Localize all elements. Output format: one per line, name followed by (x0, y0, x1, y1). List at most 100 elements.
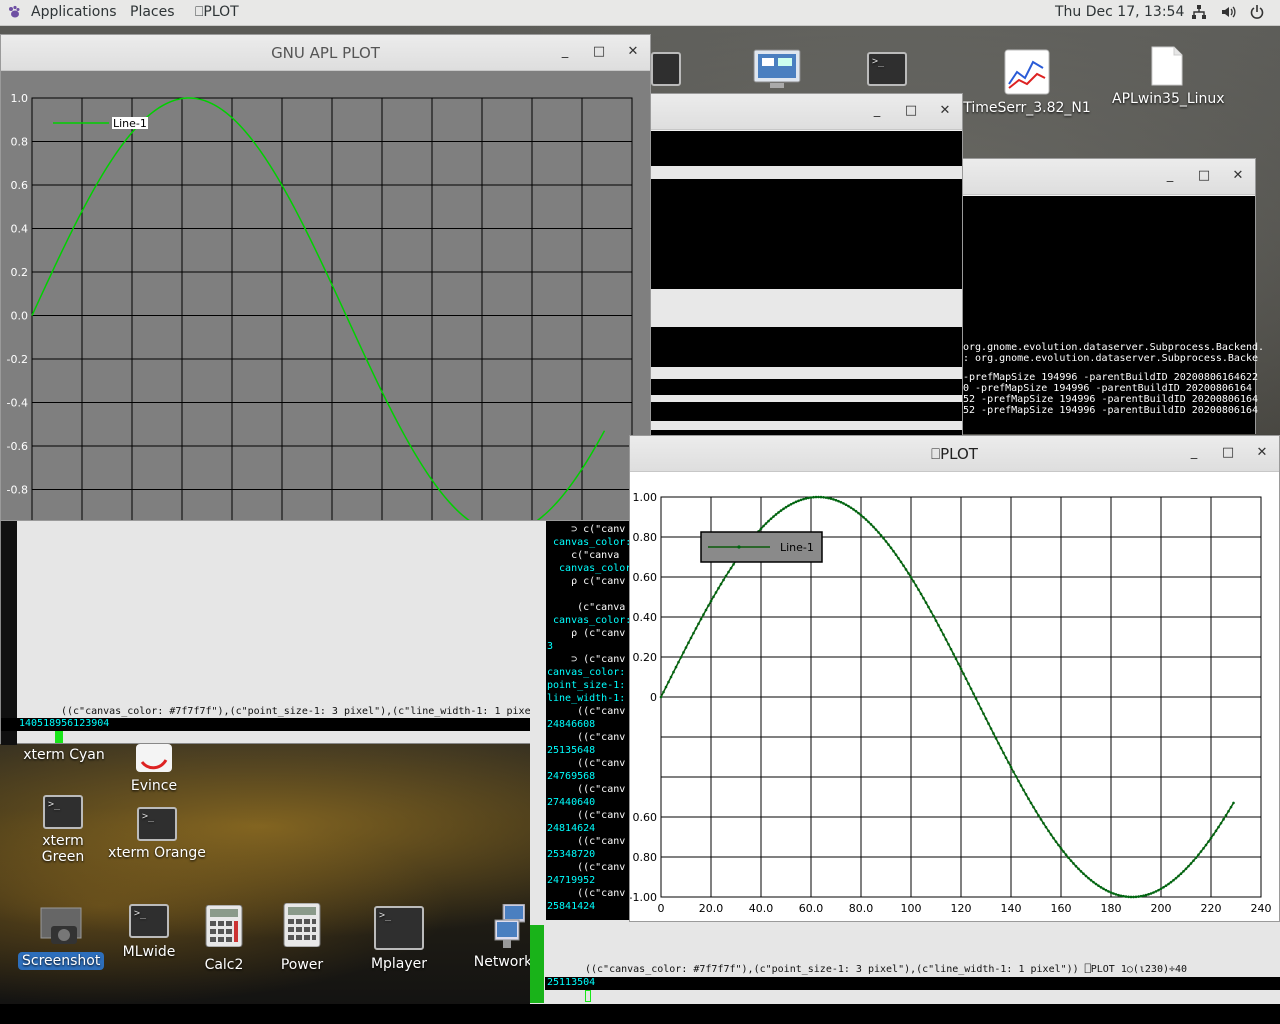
places-menu[interactable]: Places (130, 4, 175, 20)
data-point (1204, 843, 1208, 847)
data-point (717, 586, 720, 590)
desktop-icon-label: MLwide (122, 944, 176, 960)
desktop-icon-mlwide[interactable]: >_ MLwide (118, 904, 180, 960)
titlebar[interactable]: ⎕PLOT _ □ ✕ (630, 436, 1279, 472)
y-tick-label: -0.8 (7, 484, 28, 497)
data-point (1154, 890, 1158, 893)
data-point (902, 564, 905, 567)
volume-icon[interactable] (1220, 4, 1236, 20)
data-point (1094, 882, 1098, 886)
gnu-apl-plot-window[interactable]: GNU APL PLOT _ □ ✕ 0.020.040.060.080.010… (0, 34, 651, 521)
close-button[interactable]: ✕ (936, 102, 954, 120)
terminal-window-left[interactable]: ((c"canvas_color: #7f7f7f"),(c"point_siz… (0, 512, 533, 745)
data-point (714, 591, 718, 594)
y-tick-label: 0.20 (633, 651, 658, 664)
data-point (707, 604, 710, 607)
data-point (1009, 765, 1013, 769)
maximize-button[interactable]: □ (1219, 444, 1237, 462)
terminal-window-bottom[interactable]: ((c"canvas_color: #7f7f7f"),(c"point_siz… (545, 920, 1280, 1004)
desktop-icon-xterm-orange[interactable]: >_ xterm Orange (108, 807, 206, 861)
data-point (779, 509, 783, 512)
close-button[interactable]: ✕ (624, 43, 642, 61)
desktop-icon-timeserr[interactable]: TimeSerr_3.82_N1 (963, 48, 1091, 116)
data-point (1192, 859, 1195, 862)
desktop-terminal-icon-1[interactable] (651, 52, 681, 90)
titlebar[interactable]: _ □ ✕ (641, 94, 962, 130)
data-point (794, 500, 798, 504)
y-tick-label: 0.2 (11, 266, 29, 279)
data-point (1059, 847, 1063, 850)
data-point (1177, 874, 1180, 878)
terminal-icon (651, 52, 681, 86)
close-button[interactable]: ✕ (1229, 167, 1247, 185)
minimize-button[interactable]: _ (1161, 167, 1179, 185)
data-point (727, 570, 730, 574)
data-point (942, 633, 945, 637)
camera-icon (40, 907, 82, 944)
power-icon[interactable] (1249, 4, 1265, 20)
minimize-button[interactable]: _ (1185, 444, 1203, 462)
desktop-computer-icon[interactable] (752, 48, 802, 94)
data-point (709, 599, 713, 603)
desktop-terminal-icon-2[interactable]: >_ (867, 52, 907, 86)
data-point (989, 727, 993, 730)
qplot-window[interactable]: ⎕PLOT _ □ ✕ 0 20.0 40.0 60.0 80.0 100 120 140 16… (629, 435, 1280, 922)
active-app-menu[interactable]: ⎕PLOT (195, 4, 239, 20)
y-tick-label: 0.40 (633, 611, 658, 624)
desktop-icon-calc2[interactable]: Calc2 (200, 904, 248, 973)
data-point (954, 657, 958, 661)
terminal-window-right[interactable]: _ □ ✕ org.gnome.evolution.dataserver.Sub… (960, 158, 1264, 434)
desktop-icon-power[interactable]: Power (278, 902, 326, 973)
data-point (1022, 788, 1025, 792)
data-point (1002, 751, 1005, 755)
data-point (697, 622, 700, 626)
data-point (859, 513, 863, 517)
data-point (1217, 825, 1220, 829)
maximize-button[interactable]: □ (1195, 167, 1213, 185)
terminal-output[interactable]: org.gnome.evolution.dataserver.Subproces… (961, 196, 1264, 434)
desktop-icon-evince[interactable]: Evince (124, 744, 184, 794)
data-point (904, 568, 908, 571)
data-point (689, 636, 693, 640)
desktop-icon-aplwin[interactable]: APLwin35_Linux (1112, 45, 1225, 107)
data-point (869, 523, 873, 526)
data-point (1152, 891, 1155, 894)
data-point (722, 578, 725, 582)
data-point (802, 497, 805, 501)
desktop-icon-xterm-cyan[interactable]: xterm Cyan (22, 747, 106, 763)
background-window-middle[interactable]: _ □ ✕ (640, 93, 963, 435)
maximize-button[interactable]: □ (902, 102, 920, 120)
maximize-button[interactable]: □ (590, 43, 608, 61)
window-content (641, 131, 962, 435)
minimize-button[interactable]: _ (868, 102, 886, 120)
desktop-icon-label: xterm Cyan (23, 747, 105, 763)
data-point (1179, 872, 1183, 875)
desktop-icon-mplayer[interactable]: >_ Mplayer (368, 906, 430, 972)
data-point (1019, 784, 1023, 787)
clock[interactable]: Thu Dec 17, 13:54 (1055, 4, 1184, 20)
minimize-button[interactable]: _ (556, 43, 574, 61)
applications-menu[interactable]: Applications (31, 4, 117, 20)
data-point (1079, 870, 1083, 873)
titlebar[interactable]: _ □ ✕ (961, 159, 1255, 195)
terminal-line: 25841424 (547, 901, 596, 912)
network-icon[interactable] (1191, 4, 1207, 20)
terminal-command-line: ((c"canvas_color: #7f7f7f"),(c"point_siz… (61, 706, 531, 717)
desktop-icon-label: Power (280, 957, 324, 973)
data-point (1077, 867, 1080, 871)
close-button[interactable]: ✕ (1253, 444, 1271, 462)
data-point (879, 534, 883, 537)
qplot-canvas[interactable]: 0 20.0 40.0 60.0 80.0 100 120 140 160 180 200 220 24… (630, 473, 1279, 921)
data-point (692, 631, 695, 635)
gnu-plot-canvas[interactable]: 0.020.040.060.080.0100.0120.0140.0160.01… (1, 72, 650, 520)
titlebar[interactable]: GNU APL PLOT _ □ ✕ (1, 35, 650, 71)
desktop-icon-xterm-green[interactable]: >_ xterm Green (20, 795, 106, 865)
data-point (1054, 840, 1058, 843)
desktop-icon-label: APLwin35_Linux (1112, 91, 1225, 107)
terminal-line: ((c"canv (547, 862, 626, 873)
desktop-icon-network[interactable]: Network (472, 903, 534, 970)
data-point (784, 505, 788, 509)
desktop-icon-screenshot[interactable]: Screenshot (18, 906, 105, 970)
data-point (1124, 895, 1128, 898)
data-point (704, 608, 708, 612)
